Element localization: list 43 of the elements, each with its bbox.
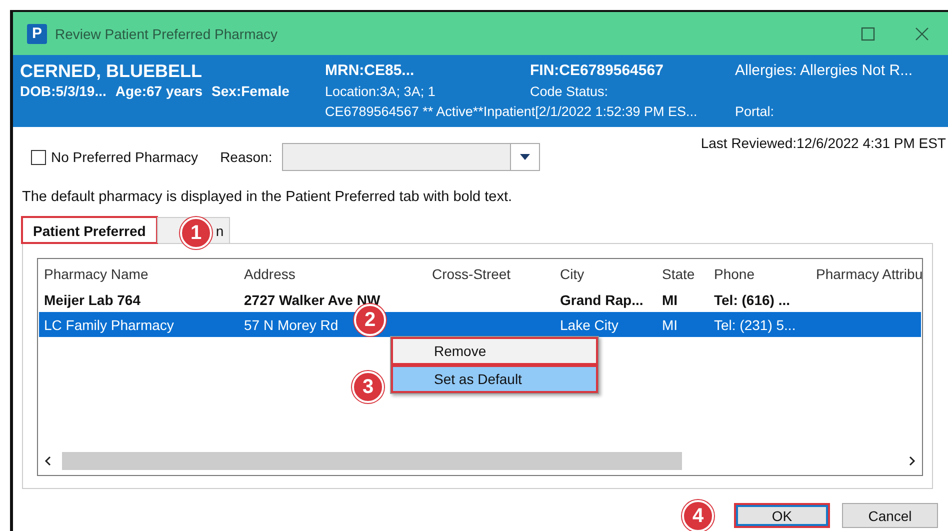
patient-fin: FIN:CE6789564567: [530, 61, 664, 81]
checkbox[interactable]: [31, 150, 46, 164]
column-header[interactable]: State: [662, 266, 695, 282]
patient-dob: DOB:5/3/19...: [20, 83, 106, 99]
dialog-button[interactable]: Cancel: [842, 503, 938, 528]
table-cell: Lake City: [560, 316, 618, 332]
window-title: Review Patient Preferred Pharmacy: [55, 26, 279, 42]
scrollbar-thumb[interactable]: [62, 452, 682, 470]
table-cell: Tel: (616) ...: [714, 292, 790, 308]
menu-item[interactable]: Set as Default: [391, 365, 598, 393]
info-text: The default pharmacy is displayed in the Patient Preferred tab with bold text.: [22, 189, 514, 207]
dialog-button[interactable]: OK: [734, 503, 830, 528]
column-header[interactable]: City: [560, 266, 584, 282]
tab[interactable]: Patient Preferred: [22, 217, 157, 243]
table-cell: LC Family Pharmacy: [44, 316, 174, 332]
table-cell: 57 N Morey Rd: [244, 316, 338, 332]
portal-info: Portal:: [735, 103, 774, 121]
reason-label: Reason:: [220, 149, 272, 165]
patient-name: CERNED, BLUEBELL: [20, 61, 204, 81]
column-header[interactable]: Pharmacy Attribu: [816, 266, 923, 282]
column-header[interactable]: Phone: [714, 266, 754, 282]
table-cell: Tel: (231) 5...: [714, 316, 796, 332]
table-cell: Meijer Lab 764: [44, 292, 140, 308]
table-cell: Grand Rap...: [560, 292, 644, 308]
last-reviewed: Last Reviewed:12/6/2022 4:31 PM EST: [700, 135, 946, 151]
column-header[interactable]: Pharmacy Name: [44, 266, 148, 282]
menu-item[interactable]: Remove: [391, 337, 598, 365]
encounter-info: CE6789564567 ** Active**Inpatient[2/1/2022 1:52:39 PM ES...: [325, 103, 698, 121]
allergies-info: Allergies: Allergies Not R...: [735, 61, 913, 81]
tab[interactable]: n: [214, 217, 230, 243]
reason-dropdown[interactable]: [282, 143, 540, 171]
table-cell: MI: [662, 316, 678, 332]
checkbox-label[interactable]: No Preferred Pharmacy: [51, 149, 198, 165]
app-logo: P: [27, 24, 47, 44]
column-header[interactable]: Address: [244, 266, 296, 282]
patient-mrn: MRN:CE85...: [325, 61, 416, 81]
patient-sex: Sex:Female: [212, 83, 290, 99]
column-header[interactable]: Cross-Street: [432, 266, 511, 282]
code-status: Code Status:: [530, 83, 608, 101]
dropdown-arrow-icon: [520, 154, 530, 160]
table-cell: MI: [662, 292, 678, 308]
patient-location: Location:3A; 3A; 1: [325, 83, 436, 101]
patient-age: Age:67 years: [115, 83, 203, 99]
